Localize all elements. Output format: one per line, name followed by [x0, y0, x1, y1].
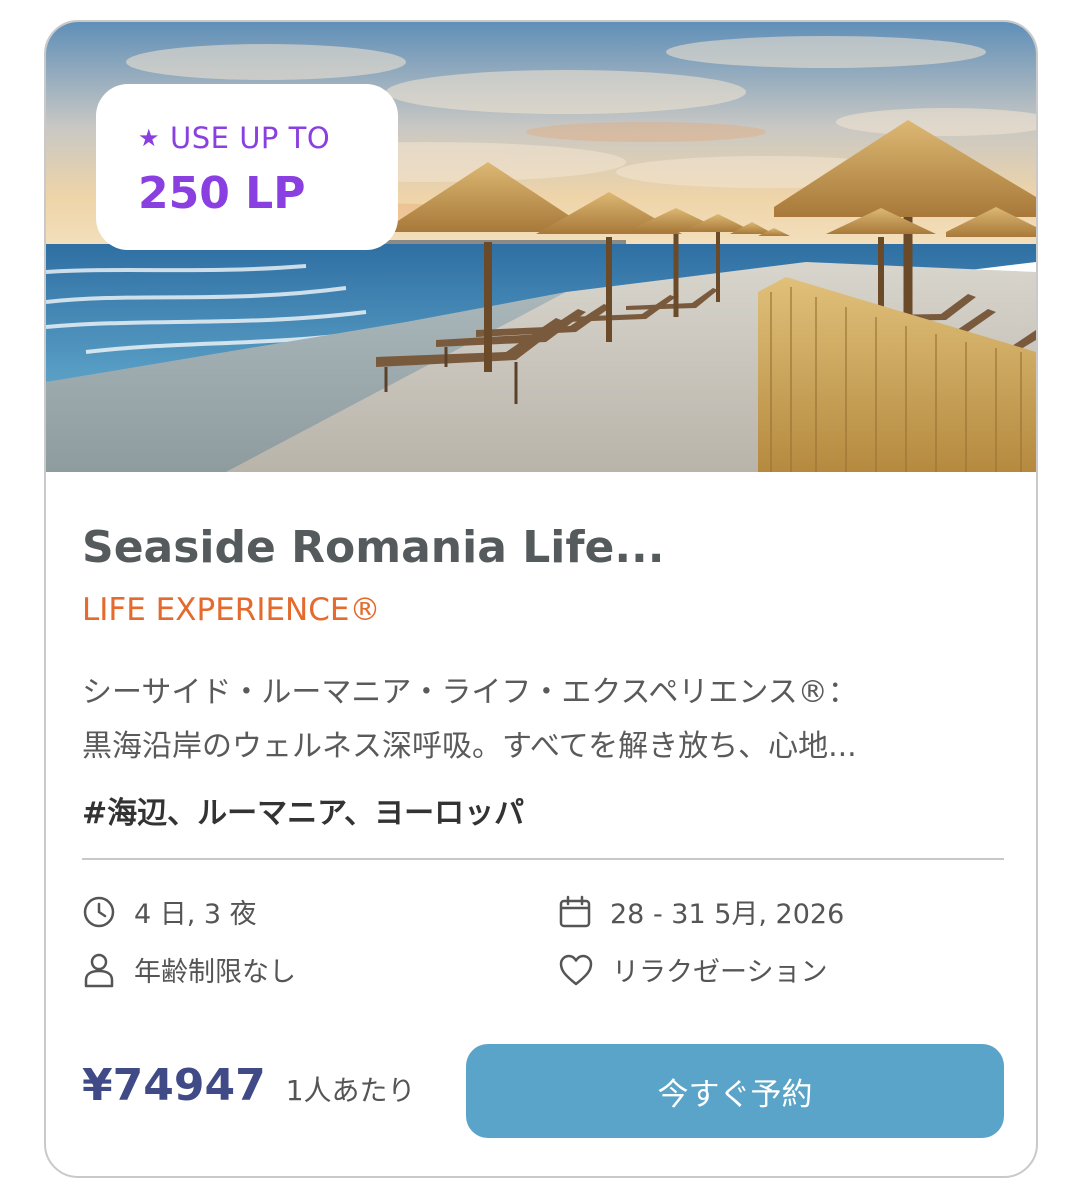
experience-description: シーサイド・ルーマニア・ライフ・エクスペリエンス®： 黒海沿岸のウェルネス深呼吸…	[82, 666, 1002, 774]
lp-badge: ★ USE UP TO 250 LP	[96, 84, 398, 250]
duration-info: 4 日, 3 夜	[82, 892, 257, 931]
beach-photo: ★ USE UP TO 250 LP	[46, 22, 1036, 472]
experience-title[interactable]: Seaside Romania Life...	[82, 522, 664, 573]
clock-icon	[83, 896, 115, 927]
price-unit: 1人あたり	[285, 1074, 416, 1107]
divider	[82, 858, 1004, 860]
dates-text: 28 - 31 5月, 2026	[610, 899, 845, 930]
age-info: 年齢制限なし	[82, 950, 296, 989]
experience-tags: #海辺、ルーマニア、ヨーロッパ	[82, 796, 525, 831]
lp-badge-amount: 250 LP	[138, 168, 306, 219]
heart-icon	[559, 954, 593, 985]
description-line: 黒海沿岸のウェルネス深呼吸。すべてを解き放ち、心地...	[82, 729, 857, 764]
lp-badge-top: ★ USE UP TO	[138, 121, 330, 155]
price-info: ¥74947 1人あたり	[82, 1060, 416, 1111]
age-text: 年齢制限なし	[134, 957, 296, 988]
person-icon	[84, 953, 114, 987]
price-value: ¥74947	[82, 1060, 266, 1111]
description-line: シーサイド・ルーマニア・ライフ・エクスペリエンス®：	[82, 675, 858, 710]
book-now-button[interactable]: 今すぐ予約	[466, 1044, 1004, 1138]
theme-info: リラクゼーション	[558, 950, 827, 989]
experience-card[interactable]: ★ USE UP TO 250 LP Seaside Romania Life.…	[44, 20, 1038, 1178]
duration-text: 4 日, 3 夜	[134, 899, 257, 930]
calendar-icon	[559, 895, 591, 927]
star-icon: ★	[138, 124, 161, 152]
dates-info: 28 - 31 5月, 2026	[558, 892, 844, 931]
lp-badge-label: USE UP TO	[170, 121, 331, 155]
theme-text: リラクゼーション	[612, 957, 828, 988]
experience-subtitle: LIFE EXPERIENCE®	[82, 592, 381, 628]
